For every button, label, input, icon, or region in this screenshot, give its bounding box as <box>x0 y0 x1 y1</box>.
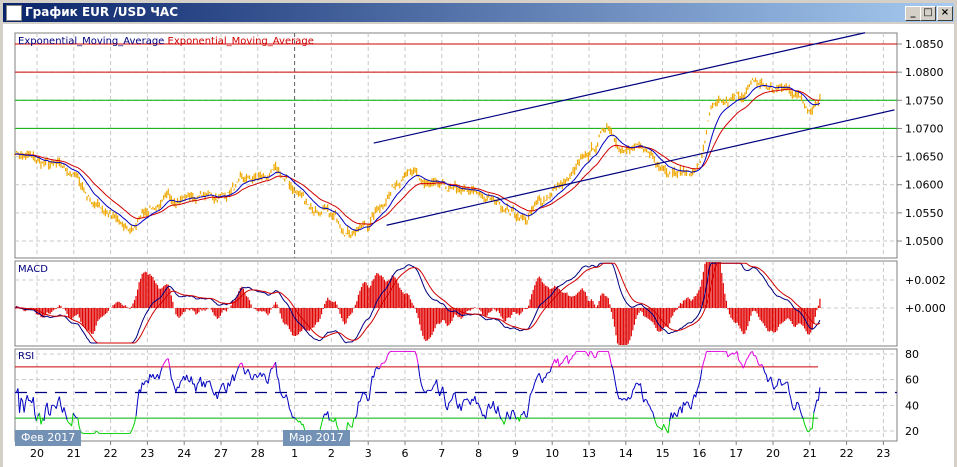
x-tick-label: 21 <box>67 447 81 460</box>
x-tick-label: 10 <box>545 447 559 460</box>
price-tick-label: 1.0600 <box>905 179 944 192</box>
rsi-tick-label: 60 <box>905 374 919 387</box>
x-tick-label: 1 <box>291 447 298 460</box>
price-tick-label: 1.0850 <box>905 38 944 51</box>
x-tick-label: 14 <box>619 447 633 460</box>
price-tick-label: 1.0700 <box>905 122 944 135</box>
x-tick-label: 6 <box>402 447 409 460</box>
rsi-segment <box>378 367 381 370</box>
price-tick-label: 1.0550 <box>905 207 944 220</box>
x-tick-label: 23 <box>140 447 154 460</box>
x-tick-label: 27 <box>214 447 228 460</box>
rsi-segment <box>270 367 273 370</box>
x-tick-label: 9 <box>512 447 519 460</box>
rsi-tick-label: 40 <box>905 399 919 412</box>
legend: Exponential_Moving_Average Exponential_M… <box>18 36 314 47</box>
rsi-segment <box>548 371 551 374</box>
rsi-segment <box>594 356 597 359</box>
legend-ema-fast: Exponential_Moving_Average <box>18 36 165 47</box>
x-tick-label: 20 <box>30 447 44 460</box>
macd-tick-label: +0.000 <box>905 302 946 315</box>
price-tick-label: 1.0750 <box>905 94 944 107</box>
rsi-segment <box>623 397 626 400</box>
rsi-label: RSI <box>18 351 35 362</box>
month-badge-mar: Мар 2017 <box>283 430 350 446</box>
chart-canvas[interactable]: 20 21 22 23 24 27 28 1 2 3 6 7 8 9 10 13 14 15 16 17 20 21 22 2… <box>0 0 957 467</box>
price-tick-label: 1.0500 <box>905 235 944 248</box>
month-badge-feb: Фев 2017 <box>15 430 82 446</box>
x-tick-label: 23 <box>876 447 890 460</box>
price-tick-label: 1.0800 <box>905 66 944 79</box>
x-tick-label: 13 <box>582 447 596 460</box>
rsi-segment <box>597 350 600 353</box>
macd-label: MACD <box>18 264 48 275</box>
rsi-segment <box>782 383 785 385</box>
x-tick-label: 2 <box>328 447 335 460</box>
x-tick-label: 22 <box>840 447 854 460</box>
x-tick-label: 3 <box>365 447 372 460</box>
rsi-tick-label: 20 <box>905 425 919 438</box>
x-tick-label: 7 <box>438 447 445 460</box>
rsi-segment <box>283 396 285 399</box>
rsi-segment <box>520 413 523 416</box>
rsi-segment <box>729 353 732 356</box>
x-tick-label: 22 <box>104 447 118 460</box>
x-tick-label: 28 <box>251 447 265 460</box>
x-tick-label: 8 <box>475 447 482 460</box>
rsi-segment <box>644 398 647 401</box>
rsi-tick-label: 80 <box>905 348 919 361</box>
x-tick-label: 15 <box>656 447 670 460</box>
x-tick-label: 24 <box>177 447 191 460</box>
x-tick-label: 17 <box>729 447 743 460</box>
x-tick-label: 21 <box>803 447 817 460</box>
rsi-segment <box>572 354 575 356</box>
price-tick-label: 1.0650 <box>905 151 944 164</box>
x-tick-label: 16 <box>692 447 706 460</box>
rsi-segment <box>657 426 660 428</box>
x-tick-label: 20 <box>766 447 780 460</box>
legend-ema-slow: Exponential_Moving_Average <box>167 36 314 47</box>
macd-tick-label: +0.002 <box>905 274 946 287</box>
